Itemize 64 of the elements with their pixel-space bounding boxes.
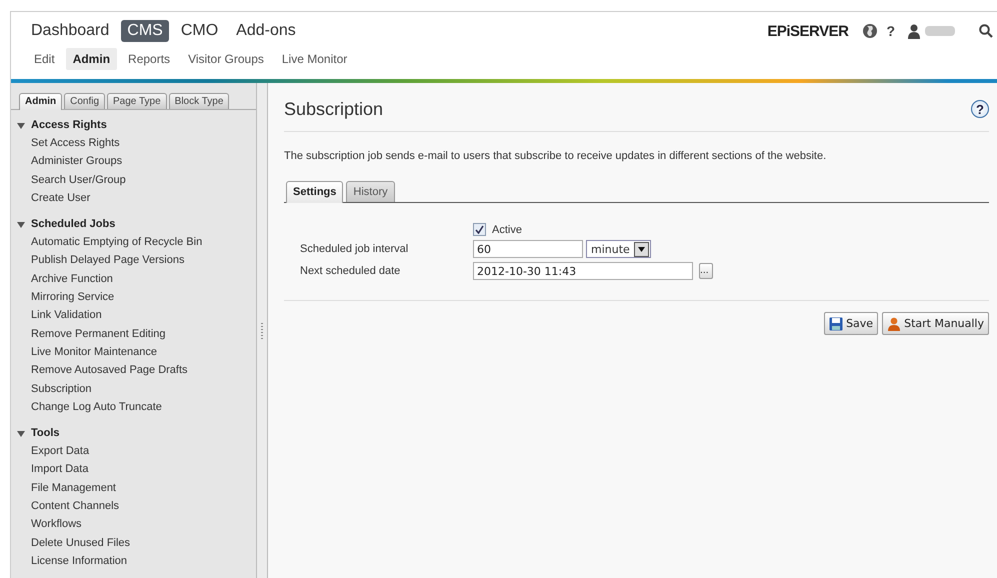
interval-field[interactable]: 60 — [473, 240, 583, 258]
globe-icon[interactable] — [862, 23, 878, 39]
sidebar-link[interactable]: Remove Permanent Editing — [31, 328, 166, 340]
unit-dropdown[interactable]: minute — [586, 240, 651, 258]
field-label: Scheduled job interval — [300, 243, 410, 255]
section-tab[interactable]: Visitor Groups — [181, 48, 271, 70]
sidebar-link[interactable]: Live Monitor Maintenance — [31, 346, 157, 358]
person-icon — [887, 316, 902, 330]
section-tab[interactable]: Reports — [121, 48, 178, 70]
settings-tab[interactable]: History — [346, 181, 395, 202]
group-heading[interactable]: Scheduled Jobs — [31, 218, 116, 230]
search-icon[interactable] — [979, 24, 993, 38]
section-tab[interactable]: Admin — [66, 48, 118, 70]
caret-icon[interactable] — [638, 246, 645, 252]
blurred-username — [925, 25, 955, 37]
field-label: Next scheduled date — [300, 265, 402, 277]
help-button[interactable]: ? — [886, 23, 895, 39]
sidebar-tab[interactable]: Admin — [19, 93, 62, 110]
settings-tab[interactable]: Settings — [286, 181, 344, 203]
date-field[interactable]: 2012-10-30 11:43 — [473, 262, 693, 280]
sidebar-link[interactable]: File Management — [31, 482, 116, 494]
sidebar-link[interactable]: Workflows — [31, 518, 82, 530]
sidebar-link[interactable]: Mirroring Service — [31, 291, 114, 304]
group-heading[interactable]: Access Rights — [31, 119, 107, 131]
expanded-arrow-icon[interactable] — [17, 120, 26, 130]
page-title: Subscription — [284, 98, 384, 120]
description-text: The subscription job sends e-mail to users that subscribe to receive updates in different sections of the website. — [284, 150, 828, 162]
save-button[interactable]: Save — [824, 312, 878, 335]
sidebar-link[interactable]: Publish Delayed Page Versions — [31, 254, 184, 266]
sidebar-link[interactable]: Delete Unused Files — [31, 536, 130, 549]
product-tab[interactable]: Dashboard — [25, 20, 116, 42]
sidebar-link[interactable]: Set Access Rights — [31, 137, 120, 149]
brand-logo: EPiSERVER — [767, 22, 848, 40]
sidebar-link[interactable]: Change Log Auto Truncate — [31, 400, 162, 413]
help-button[interactable]: ? — [971, 100, 989, 118]
active-checkbox[interactable] — [473, 223, 486, 236]
sidebar-link[interactable]: Create User — [31, 192, 90, 204]
section-tab[interactable]: Edit — [27, 48, 62, 70]
sidebar-link[interactable]: Remove Autosaved Page Drafts — [31, 364, 188, 376]
group-heading[interactable]: Tools — [31, 427, 60, 440]
section-tab[interactable]: Live Monitor — [274, 48, 354, 70]
sidebar-link[interactable]: License Information — [31, 554, 127, 567]
sidebar-link[interactable]: Content Channels — [31, 500, 120, 512]
splitter-grip[interactable] — [260, 322, 264, 338]
start-button[interactable]: Start Manually — [882, 312, 989, 335]
sidebar-link[interactable]: Subscription — [31, 382, 92, 395]
product-tab[interactable]: CMO — [174, 20, 224, 42]
sidebar-tab[interactable]: Config — [64, 93, 106, 109]
sidebar-link[interactable]: Import Data — [31, 463, 88, 476]
product-tab[interactable]: CMS — [121, 20, 169, 42]
sidebar-link[interactable]: Administer Groups — [31, 155, 122, 168]
checkbox-label: Active — [492, 224, 522, 236]
user-icon[interactable] — [907, 24, 921, 38]
expanded-arrow-icon[interactable] — [17, 428, 26, 438]
sidebar-tab[interactable]: Page Type — [107, 93, 167, 109]
sidebar-tab[interactable]: Block Type — [168, 93, 230, 109]
sidebar-link[interactable]: Link Validation — [31, 309, 102, 322]
sidebar-link[interactable]: Automatic Emptying of Recycle Bin — [31, 236, 202, 248]
expanded-arrow-icon[interactable] — [17, 220, 26, 229]
product-tab[interactable]: Add-ons — [230, 20, 302, 42]
sidebar-link[interactable]: Search User/Group — [31, 174, 126, 186]
sidebar-link[interactable]: Export Data — [31, 445, 90, 458]
sidebar-link[interactable]: Archive Function — [31, 272, 113, 285]
date-picker-button[interactable]: ... — [699, 263, 713, 279]
